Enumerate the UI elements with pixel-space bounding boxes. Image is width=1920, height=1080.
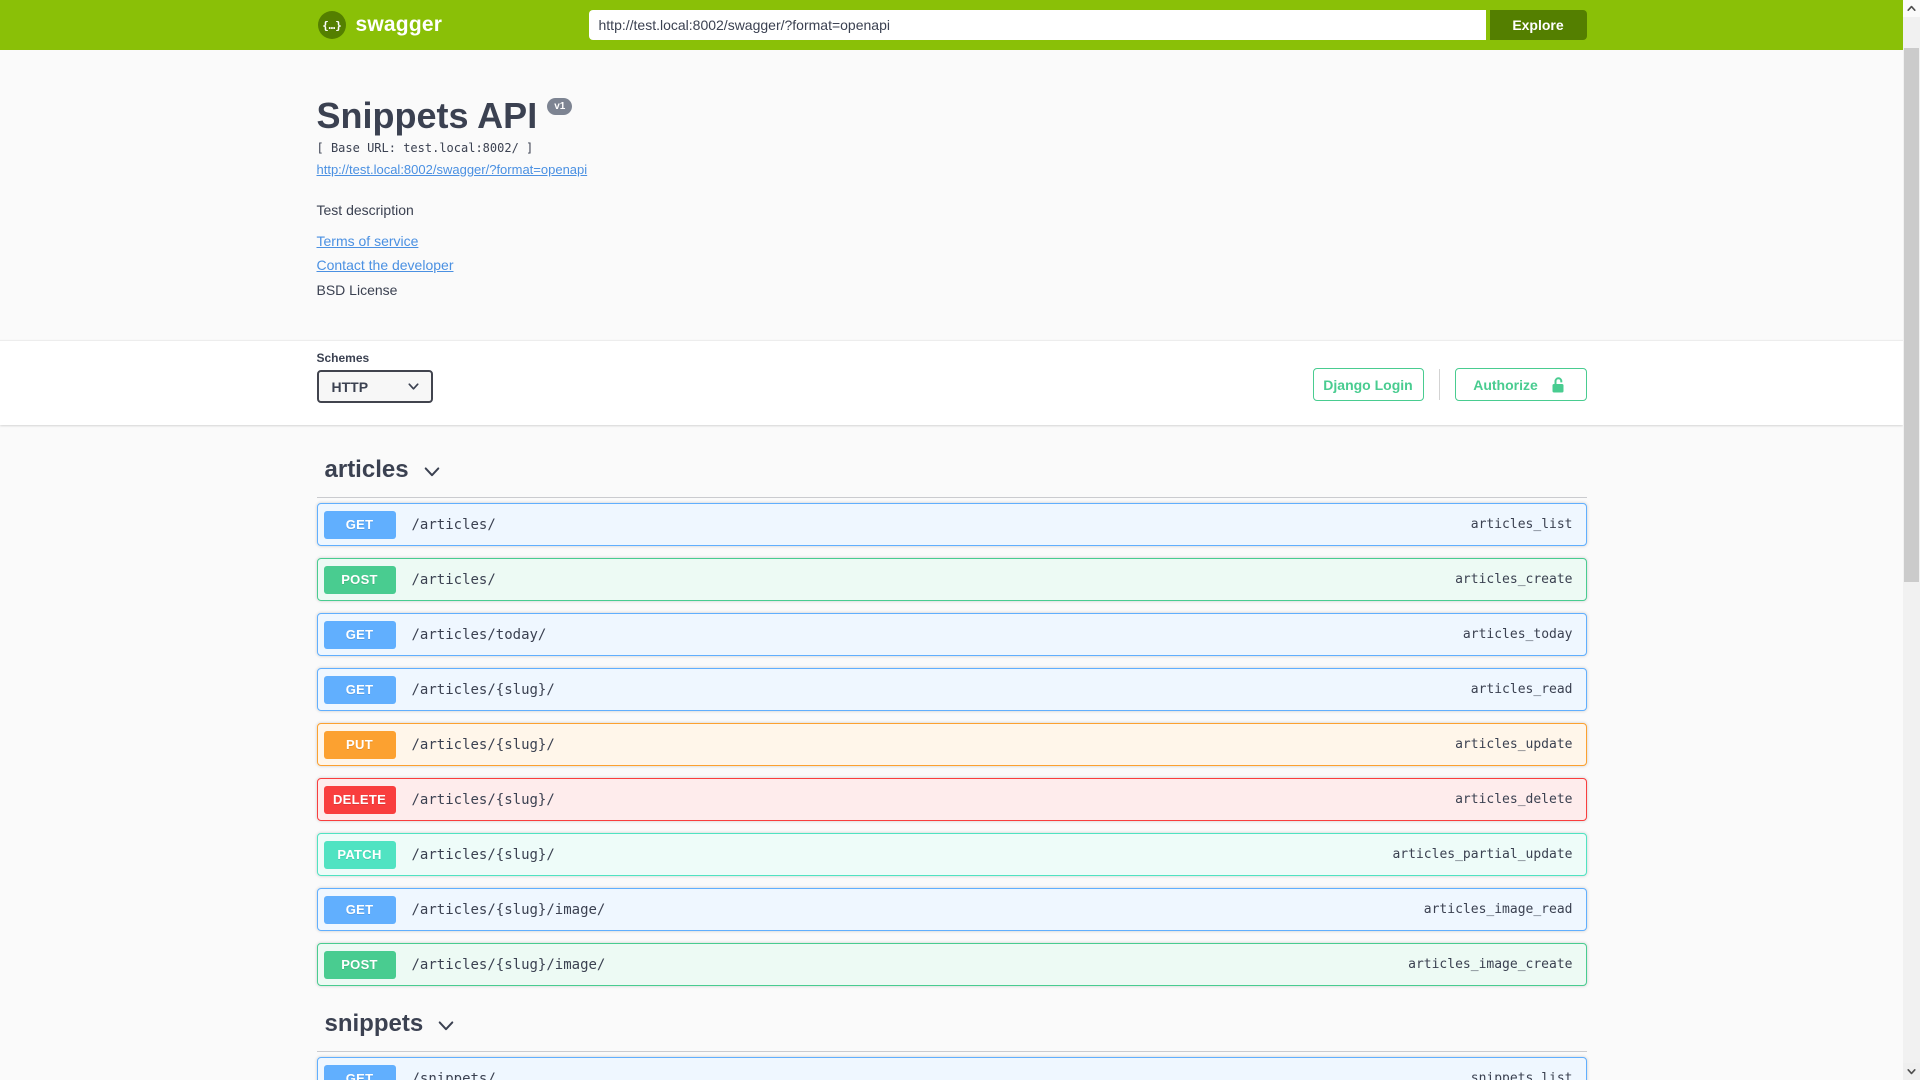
- brand-link[interactable]: {…} swagger: [317, 10, 443, 40]
- operation-row[interactable]: GET /articles/{slug}/image/ articles_ima…: [316, 888, 1587, 931]
- authorize-button[interactable]: Authorize: [1454, 368, 1587, 401]
- operation-id: articles_create: [1455, 572, 1573, 587]
- api-tag-section: snippets GET /snippets/ snippets_list: [316, 1009, 1587, 1080]
- tag-header[interactable]: snippets: [316, 1009, 1587, 1052]
- spec-link[interactable]: http://test.local:8002/swagger/?format=o…: [317, 162, 588, 177]
- spec-url-input[interactable]: [588, 10, 1486, 40]
- schemes-select[interactable]: HTTP: [316, 370, 433, 403]
- scrollbar-down-icon[interactable]: [1903, 1063, 1920, 1080]
- operation-row[interactable]: POST /articles/ articles_create: [316, 558, 1587, 601]
- info-section: Snippets API v1 [ Base URL: test.local:8…: [0, 50, 1903, 340]
- method-badge: GET: [323, 895, 396, 924]
- version-badge: v1: [547, 98, 573, 115]
- operation-id: articles_today: [1462, 627, 1573, 642]
- operation-row[interactable]: DELETE /articles/{slug}/ articles_delete: [316, 778, 1587, 821]
- unlock-icon: [1552, 376, 1564, 392]
- operation-row[interactable]: PATCH /articles/{slug}/ articles_partial…: [316, 833, 1587, 876]
- scrollbar-thumb[interactable]: [1904, 48, 1919, 582]
- operation-id: articles_delete: [1455, 792, 1573, 807]
- method-badge: POST: [323, 565, 396, 594]
- operation-id: articles_image_read: [1423, 902, 1573, 917]
- method-badge: GET: [323, 510, 396, 539]
- license-label: BSD License: [316, 282, 398, 298]
- schemes-selected-value: HTTP: [331, 378, 369, 395]
- operation-path: /articles/{slug}/: [411, 791, 555, 808]
- chevron-down-icon: [424, 467, 439, 477]
- tag-title: snippets: [324, 1010, 424, 1037]
- operation-row[interactable]: GET /articles/today/ articles_today: [316, 613, 1587, 656]
- operation-id: articles_update: [1455, 737, 1573, 752]
- topbar: {…} swagger Explore: [0, 0, 1903, 50]
- operation-id: articles_list: [1470, 517, 1573, 532]
- operation-path: /articles/{slug}/: [411, 846, 555, 863]
- operation-id: articles_read: [1470, 682, 1573, 697]
- operation-row[interactable]: GET /articles/ articles_list: [316, 503, 1587, 546]
- scheme-bar: Schemes HTTP Django Login Authorize: [0, 340, 1903, 425]
- method-badge: POST: [323, 950, 396, 979]
- operation-path: /articles/{slug}/image/: [411, 901, 606, 918]
- operation-path: /articles/{slug}/: [411, 736, 555, 753]
- svg-text:{…}: {…}: [322, 19, 342, 32]
- page-title: Snippets API: [316, 95, 538, 136]
- operation-path: /snippets/: [411, 1070, 496, 1080]
- method-badge: DELETE: [323, 785, 396, 814]
- operation-path: /articles/{slug}/: [411, 681, 555, 698]
- explore-button[interactable]: Explore: [1489, 10, 1587, 40]
- terms-of-service-link[interactable]: Terms of service: [317, 233, 419, 249]
- operation-id: articles_image_create: [1408, 957, 1573, 972]
- operation-id: articles_partial_update: [1392, 847, 1573, 862]
- authorize-label: Authorize: [1473, 376, 1538, 393]
- brand-name: swagger: [355, 13, 443, 36]
- operation-row[interactable]: PUT /articles/{slug}/ articles_update: [316, 723, 1587, 766]
- operations-list: GET /snippets/ snippets_list: [316, 1052, 1587, 1080]
- swagger-logo-icon: {…}: [317, 11, 346, 39]
- chevron-down-icon: [407, 383, 419, 390]
- operation-path: /articles/today/: [411, 626, 547, 643]
- auth-divider: [1438, 369, 1440, 400]
- method-badge: PUT: [323, 730, 396, 759]
- operation-row[interactable]: POST /articles/{slug}/image/ articles_im…: [316, 943, 1587, 986]
- schemes-block: Schemes HTTP: [316, 351, 433, 403]
- operation-row[interactable]: GET /articles/{slug}/ articles_read: [316, 668, 1587, 711]
- tag-title: articles: [324, 456, 409, 483]
- operation-path: /articles/: [411, 571, 496, 588]
- api-sections: articles GET /articles/ articles_list PO…: [316, 455, 1587, 1080]
- base-url: [ Base URL: test.local:8002/ ]: [316, 141, 534, 155]
- operations-list: GET /articles/ articles_list POST /artic…: [316, 498, 1587, 986]
- method-badge: GET: [323, 1064, 396, 1080]
- operation-path: /articles/: [411, 516, 496, 533]
- api-tag-section: articles GET /articles/ articles_list PO…: [316, 455, 1587, 986]
- operation-id: snippets_list: [1470, 1071, 1573, 1080]
- method-badge: PATCH: [323, 840, 396, 869]
- scrollbar-up-icon[interactable]: [1903, 0, 1920, 17]
- api-description: Test description: [316, 202, 414, 218]
- django-login-label: Django Login: [1323, 376, 1413, 393]
- auth-area: Django Login Authorize: [1312, 368, 1587, 401]
- page-scrollbar[interactable]: [1903, 0, 1920, 1080]
- schemes-label: Schemes: [316, 351, 370, 365]
- method-badge: GET: [323, 675, 396, 704]
- operation-row[interactable]: GET /snippets/ snippets_list: [316, 1057, 1587, 1080]
- django-login-button[interactable]: Django Login: [1312, 368, 1424, 401]
- chevron-down-icon: [438, 1021, 454, 1031]
- method-badge: GET: [323, 620, 396, 649]
- explore-form: Explore: [588, 10, 1587, 40]
- contact-developer-link[interactable]: Contact the developer: [317, 257, 454, 273]
- operation-path: /articles/{slug}/image/: [411, 956, 606, 973]
- tag-header[interactable]: articles: [316, 455, 1587, 498]
